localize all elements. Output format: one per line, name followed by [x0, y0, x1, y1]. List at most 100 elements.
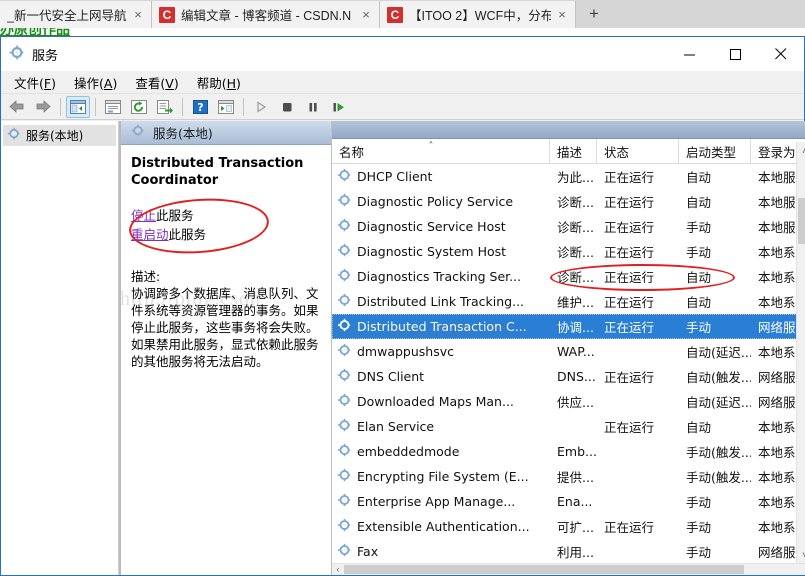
pause-service-icon[interactable] [301, 96, 325, 118]
show-hide-tree-icon[interactable] [66, 95, 90, 118]
table-row[interactable]: Distributed Link Tracking... 维护... 正在运行 自动本… [332, 289, 805, 314]
table-row[interactable]: Diagnostic System Host 诊断... 正在运行 手动 本地系统 [332, 239, 805, 264]
window-title: 服务 [32, 48, 59, 64]
browser-tab-3[interactable]: C 【ITOO 2】WCF中，分布式事 × [380, 1, 576, 28]
cell-service-name: embeddedmode [332, 443, 550, 461]
table-row[interactable]: embeddedmode Emb... 手动(触发... 本地系统 [332, 439, 805, 464]
menu-action-label: 操作 [74, 75, 100, 91]
scroll-up-button[interactable]: ˄ [797, 142, 805, 159]
window-body: 服务(本地) 服务(本地) Distributed Transaction Co… [1, 121, 805, 575]
gear-icon [337, 543, 352, 561]
help-icon[interactable]: ? [188, 96, 212, 118]
table-row[interactable]: Diagnostics Tracking Ser... 诊断... 正在运行 自动 本地… [332, 264, 805, 289]
gear-icon [7, 127, 21, 144]
stop-service-link[interactable]: 停止 [131, 208, 156, 223]
service-details-pane: 服务(本地) Distributed Transaction Coordinat… [121, 121, 331, 575]
gear-icon [337, 318, 352, 336]
gear-icon [337, 268, 352, 286]
horizontal-scrollbar-thumb[interactable] [344, 565, 744, 574]
refresh-icon[interactable] [127, 96, 151, 118]
details-pane-header-label: 服务(本地) [153, 126, 213, 141]
menu-action[interactable]: 操作(A) [65, 71, 126, 94]
menu-help[interactable]: 帮助(H) [188, 71, 250, 94]
cell-service-name: Fax [332, 543, 550, 561]
menu-view-accel: V [165, 75, 174, 91]
cell-startup-type: 自动(触发... [686, 370, 751, 386]
menu-file[interactable]: 文件(F) [5, 71, 65, 94]
browser-tab-3-title: 【ITOO 2】WCF中，分布式事 [409, 9, 551, 23]
cell-service-name: Downloaded Maps Man... [332, 393, 550, 411]
table-row[interactable]: dmwappushsvc WAP... 自动(延迟... 本地系统 [332, 339, 805, 364]
start-service-icon[interactable] [249, 96, 273, 118]
vertical-scrollbar-thumb[interactable] [798, 198, 805, 244]
cell-service-name: Diagnostic System Host [332, 243, 550, 261]
menu-view-label: 查看 [135, 75, 161, 91]
cell-status: 正在运行 [604, 295, 655, 311]
table-row[interactable]: Encrypting File System (E... 提供... 手动(触发..… [332, 464, 805, 489]
table-row[interactable]: DNS Client DNS... 正在运行 自动(触发... 网络服务 [332, 364, 805, 389]
toolbar-separator [243, 97, 244, 116]
properties-icon[interactable] [101, 96, 125, 118]
table-row[interactable]: Diagnostic Policy Service 诊断... 正在运行 自动 本地服务 [332, 189, 805, 214]
description-label: 描述: [131, 269, 161, 284]
stop-service-link-suffix: 此服务 [156, 208, 194, 223]
show-action-pane-icon[interactable] [214, 96, 238, 118]
table-row[interactable]: Fax 利用... 手动 网络服务 [332, 539, 805, 564]
cell-startup-type: 自动 [686, 270, 712, 286]
menu-view[interactable]: 查看(V) [126, 71, 187, 94]
table-row[interactable]: Diagnostic Service Host 诊断... 正在运行 手动 本地服务 [332, 214, 805, 239]
tab-strip-empty-area [612, 1, 805, 28]
cell-status: 正在运行 [604, 320, 655, 336]
stop-service-icon[interactable] [275, 96, 299, 118]
close-icon[interactable]: × [555, 7, 569, 22]
restart-service-icon[interactable] [327, 96, 351, 118]
column-header-name[interactable]: 名称 ˄ [332, 138, 550, 164]
vertical-scrollbar[interactable]: ˄ ˅ [796, 142, 805, 563]
browser-tab-2[interactable]: C 编辑文章 - 博客频道 - CSDN.N × [152, 1, 380, 28]
cell-service-name: Diagnostic Policy Service [332, 193, 550, 211]
column-header-startup-type[interactable]: 启动类型 [679, 138, 751, 164]
close-icon[interactable]: × [359, 7, 373, 22]
cell-description: Emb... [557, 444, 597, 460]
close-icon[interactable]: × [131, 7, 145, 22]
close-button[interactable] [758, 38, 804, 71]
forward-icon[interactable] [31, 96, 55, 118]
cell-description: 诊断... [557, 270, 594, 286]
column-header-description[interactable]: 描述 [550, 138, 597, 164]
minimize-button[interactable] [666, 38, 712, 71]
table-row[interactable]: Extensible Authentication... 可扩... 正在运行 手动本… [332, 514, 805, 539]
table-row[interactable]: Downloaded Maps Man... 供应... 自动(延迟... 网络服务 [332, 389, 805, 414]
scroll-down-button[interactable]: ˅ [797, 546, 805, 563]
restart-service-link-suffix: 此服务 [168, 227, 207, 242]
browser-tab-strip: _新一代安全上网导航 × C 编辑文章 - 博客频道 - CSDN.N × C … [0, 0, 805, 28]
restart-service-link[interactable]: 重启动 [131, 227, 169, 242]
cell-service-name: Encrypting File System (E... [332, 468, 550, 486]
tree-node-services-local[interactable]: 服务(本地) [3, 125, 116, 146]
export-list-icon[interactable] [153, 96, 177, 118]
cell-description: 供应... [557, 395, 594, 411]
scroll-left-button[interactable]: ‹ [332, 565, 344, 574]
stop-service-link-row: 停止此服务 [131, 206, 323, 225]
cell-status: 正在运行 [604, 245, 655, 261]
cell-description: 为此... [557, 170, 594, 186]
column-header-status[interactable]: 状态 [597, 138, 679, 164]
service-name-label: DHCP Client [357, 169, 433, 185]
gear-icon [337, 468, 352, 486]
maximize-button[interactable] [712, 38, 758, 71]
cell-description: 诊断... [557, 220, 594, 236]
table-row[interactable]: DHCP Client 为此... 正在运行 自动 本地服务 [332, 164, 805, 189]
cell-description: 协调... [557, 320, 594, 336]
gear-icon [337, 168, 352, 186]
browser-tab-1[interactable]: _新一代安全上网导航 × [0, 1, 152, 28]
menu-action-accel: A [103, 75, 113, 91]
new-tab-button[interactable]: + [576, 1, 612, 28]
table-row[interactable]: Distributed Transaction C... 协调... 正在运行 手动网… [332, 314, 805, 340]
cell-startup-type: 手动 [686, 520, 712, 536]
service-name-label: Distributed Link Tracking... [357, 294, 525, 310]
table-row[interactable]: Elan Service 正在运行 自动 本地系统 [332, 414, 805, 439]
back-icon[interactable] [5, 96, 29, 118]
description-text: 协调跨多个数据库、消息队列、文件系统等资源管理器的事务。如果停止此服务，这些事务… [131, 286, 319, 369]
table-row[interactable]: Enterprise App Manage... Ena... 手动 本地系统 [332, 489, 805, 514]
cell-startup-type: 手动 [686, 495, 712, 511]
horizontal-scrollbar[interactable]: ‹ [332, 563, 805, 575]
